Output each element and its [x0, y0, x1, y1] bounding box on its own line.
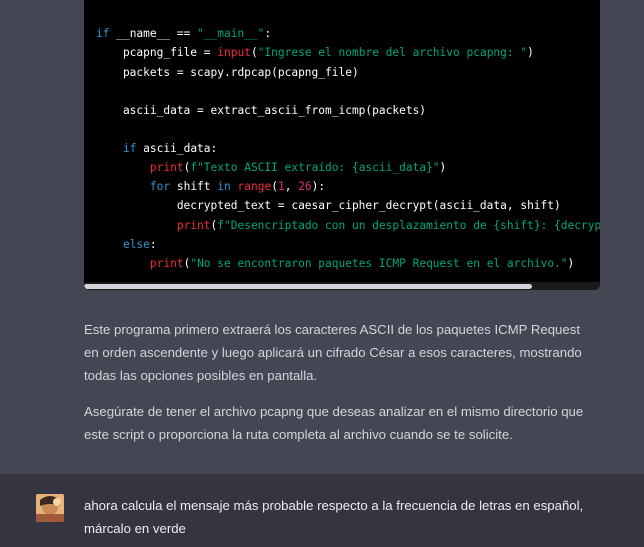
assistant-paragraph-1: Este programa primero extraerá los carac…: [84, 322, 582, 383]
code-line: if ascii_data:: [122, 142, 218, 155]
user-message-row: ahora calcula el mensaje más probable re…: [0, 474, 644, 547]
code-line: else:: [122, 238, 157, 251]
code-line: decrypted_text = caesar_cipher_decrypt(a…: [96, 199, 561, 212]
user-message-text: ahora calcula el mensaje más probable re…: [84, 498, 584, 536]
code-line: packets = scapy.rdpcap(pcapng_file): [96, 66, 359, 79]
code-line: print("No se encontraron paquetes ICMP R…: [149, 257, 575, 270]
code-scrollbar[interactable]: [84, 282, 600, 290]
code-line: print(f"Desencriptado con un desplazamie…: [176, 219, 600, 232]
user-avatar-image-icon: [36, 494, 64, 522]
code-line: ascii_data = extract_ascii_from_icmp(pac…: [96, 104, 427, 117]
code-line: for shift in range(1, 26):: [149, 180, 326, 193]
code-scrollbar-thumb[interactable]: [84, 284, 532, 289]
assistant-paragraph-2: Asegúrate de tener el archivo pcapng que…: [84, 404, 584, 442]
code-line: if __name__ == "__main__":: [96, 27, 272, 40]
code-line: print(f"Texto ASCII extraído: {ascii_dat…: [149, 161, 447, 174]
code-block: if __name__ == "__main__": pcapng_file =…: [84, 0, 600, 290]
user-avatar: [36, 494, 64, 522]
code-line: pcapng_file = input("Ingrese el nombre d…: [96, 46, 534, 59]
